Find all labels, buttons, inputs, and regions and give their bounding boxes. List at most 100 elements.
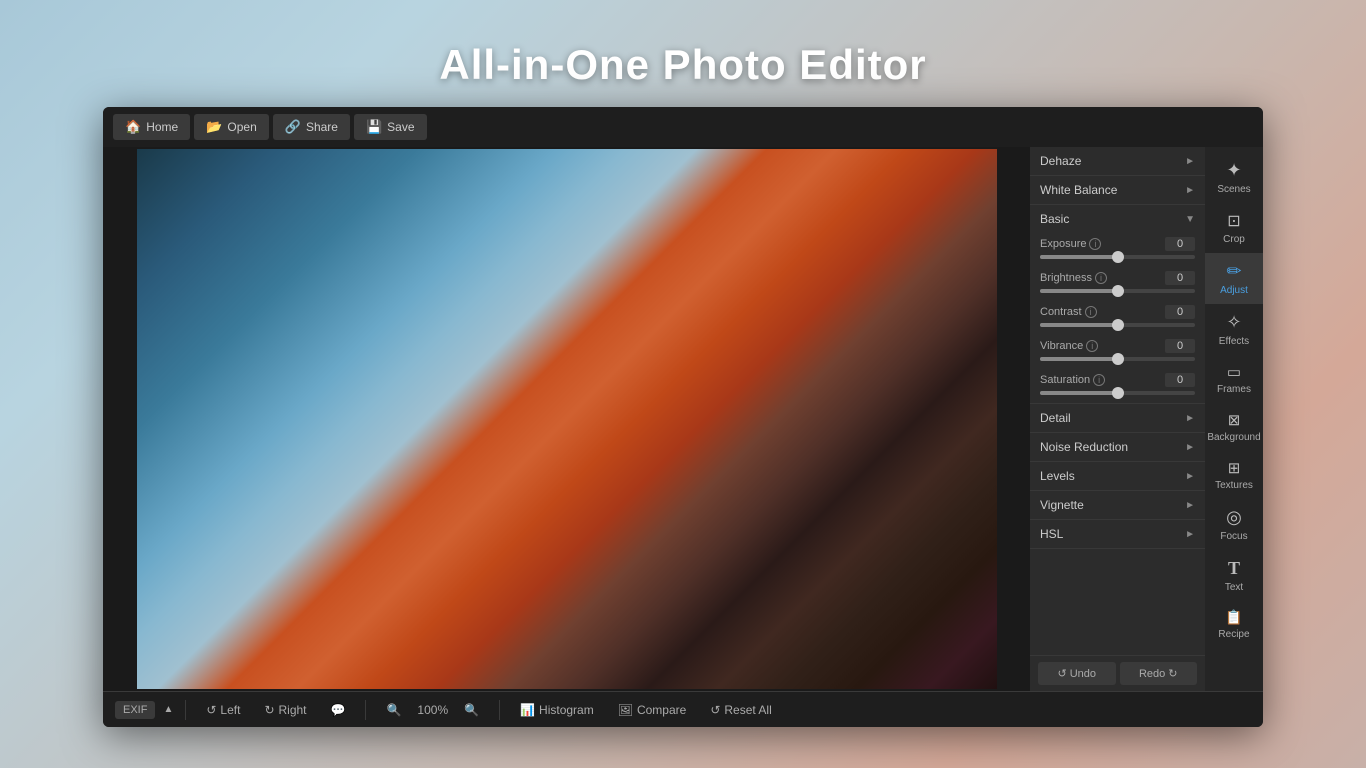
detail-row[interactable]: Detail ► [1030, 404, 1205, 433]
separator-1 [185, 700, 186, 720]
basic-section: Basic ▼ Exposure i 0 [1030, 205, 1205, 404]
basic-header[interactable]: Basic ▼ [1030, 205, 1205, 233]
vibrance-label: Vibrance [1040, 340, 1083, 352]
undo-label: Undo [1070, 668, 1096, 680]
frames-label: Frames [1217, 384, 1251, 395]
saturation-label: Saturation [1040, 374, 1090, 386]
share-label: Share [306, 120, 338, 134]
brightness-label: Brightness [1040, 272, 1092, 284]
undo-icon: ↺ [1057, 667, 1066, 680]
sidebar-item-adjust[interactable]: ✏ Adjust [1205, 253, 1263, 304]
effects-icon: ✧ [1226, 312, 1241, 333]
adjustments-panel: Dehaze ► White Balance ► Basic ▼ Expo [1030, 147, 1205, 691]
share-button[interactable]: 🔗 Share [273, 114, 350, 140]
brightness-value: 0 [1165, 271, 1195, 285]
dehaze-row[interactable]: Dehaze ► [1030, 147, 1205, 176]
white-balance-row[interactable]: White Balance ► [1030, 176, 1205, 205]
sidebar-item-focus[interactable]: ◎ Focus [1205, 499, 1263, 550]
home-button[interactable]: 🏠 Home [113, 114, 190, 140]
scenes-label: Scenes [1217, 184, 1250, 195]
vignette-row[interactable]: Vignette ► [1030, 491, 1205, 520]
basic-arrow: ▼ [1185, 214, 1195, 225]
redo-button[interactable]: Redo ↻ [1120, 662, 1198, 685]
separator-3 [499, 700, 500, 720]
brightness-info-icon: i [1095, 272, 1107, 284]
histogram-icon: 📊 [520, 703, 535, 717]
undo-redo-bar: ↺ Undo Redo ↻ [1030, 655, 1205, 691]
sidebar-item-recipe[interactable]: 📋 Recipe [1205, 601, 1263, 648]
open-button[interactable]: 📂 Open [194, 114, 269, 140]
sidebar-item-frames[interactable]: ▭ Frames [1205, 355, 1263, 403]
hsl-arrow: ► [1185, 529, 1195, 540]
sidebar-item-text[interactable]: T Text [1205, 550, 1263, 601]
text-label: Text [1225, 582, 1243, 593]
focus-icon: ◎ [1226, 507, 1242, 528]
contrast-slider[interactable] [1040, 323, 1195, 327]
compare-button[interactable]: 🖼 Compare [610, 699, 695, 721]
noise-reduction-row[interactable]: Noise Reduction ► [1030, 433, 1205, 462]
hsl-label: HSL [1040, 527, 1063, 541]
exif-badge[interactable]: EXIF [115, 701, 155, 719]
saturation-slider[interactable] [1040, 391, 1195, 395]
redo-icon: ↻ [1168, 667, 1177, 680]
sidebar-item-scenes[interactable]: ✦ Scenes [1205, 152, 1263, 203]
saturation-value: 0 [1165, 373, 1195, 387]
open-icon: 📂 [206, 119, 222, 135]
histogram-button[interactable]: 📊 Histogram [512, 699, 602, 721]
contrast-value: 0 [1165, 305, 1195, 319]
home-icon: 🏠 [125, 119, 141, 135]
vibrance-row: Vibrance i 0 [1030, 335, 1205, 369]
page-title: All-in-One Photo Editor [439, 41, 926, 89]
recipe-icon: 📋 [1225, 609, 1242, 626]
recipe-label: Recipe [1218, 629, 1249, 640]
share-icon: 🔗 [285, 119, 301, 135]
white-balance-label: White Balance [1040, 183, 1117, 197]
open-label: Open [227, 120, 256, 134]
textures-label: Textures [1215, 480, 1253, 491]
comment-button[interactable]: 💬 [323, 699, 354, 721]
background-label: Background [1207, 432, 1260, 443]
sidebar-item-crop[interactable]: ⊡ Crop [1205, 203, 1263, 253]
dehaze-arrow: ► [1185, 156, 1195, 167]
basic-label: Basic [1040, 212, 1069, 226]
undo-button[interactable]: ↺ Undo [1038, 662, 1116, 685]
levels-label: Levels [1040, 469, 1075, 483]
levels-arrow: ► [1185, 471, 1195, 482]
sidebar-item-effects[interactable]: ✧ Effects [1205, 304, 1263, 355]
crop-icon: ⊡ [1227, 211, 1240, 231]
zoom-out-button[interactable]: 🔍 [378, 699, 409, 721]
sidebar-item-textures[interactable]: ⊞ Textures [1205, 451, 1263, 499]
levels-row[interactable]: Levels ► [1030, 462, 1205, 491]
rotate-right-icon: ↻ [264, 703, 274, 717]
rotate-right-button[interactable]: ↻ Right [256, 699, 314, 721]
scenes-icon: ✦ [1226, 160, 1241, 181]
exposure-info-icon: i [1089, 238, 1101, 250]
save-button[interactable]: 💾 Save [354, 114, 427, 140]
textures-icon: ⊞ [1228, 459, 1241, 477]
main-area: Dehaze ► White Balance ► Basic ▼ Expo [103, 147, 1263, 691]
icon-sidebar: ✦ Scenes ⊡ Crop ✏ Adjust ✧ Effects ▭ Fra… [1205, 147, 1263, 691]
vignette-label: Vignette [1040, 498, 1084, 512]
separator-2 [365, 700, 366, 720]
dehaze-label: Dehaze [1040, 154, 1081, 168]
vibrance-value: 0 [1165, 339, 1195, 353]
sidebar-item-background[interactable]: ⊠ Background [1205, 403, 1263, 451]
histogram-label: Histogram [539, 703, 594, 717]
app-window: 🏠 Home 📂 Open 🔗 Share 💾 Save [103, 107, 1263, 727]
hsl-row[interactable]: HSL ► [1030, 520, 1205, 549]
rotate-left-button[interactable]: ↺ Left [198, 699, 248, 721]
exposure-row: Exposure i 0 [1030, 233, 1205, 267]
zoom-in-button[interactable]: 🔍 [456, 699, 487, 721]
saturation-info-icon: i [1093, 374, 1105, 386]
adjust-icon: ✏ [1226, 261, 1241, 282]
brightness-row: Brightness i 0 [1030, 267, 1205, 301]
exposure-value: 0 [1165, 237, 1195, 251]
reset-button[interactable]: ↺ Reset All [702, 699, 779, 721]
save-label: Save [387, 120, 414, 134]
exposure-slider[interactable] [1040, 255, 1195, 259]
vibrance-slider[interactable] [1040, 357, 1195, 361]
bottom-bar: EXIF ▲ ↺ Left ↻ Right 💬 🔍 100% 🔍 📊 Histo… [103, 691, 1263, 727]
save-icon: 💾 [366, 119, 382, 135]
brightness-slider[interactable] [1040, 289, 1195, 293]
vignette-arrow: ► [1185, 500, 1195, 511]
